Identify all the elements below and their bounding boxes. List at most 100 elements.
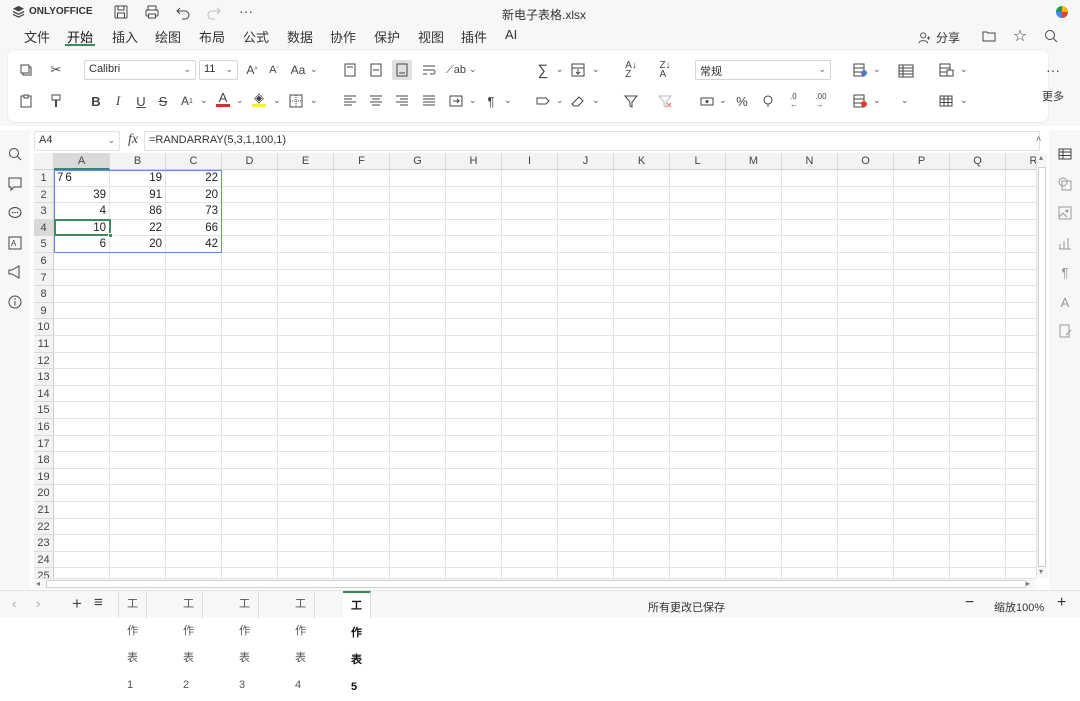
chevron-down-icon[interactable]: ⌄ — [960, 64, 968, 75]
increase-decimal-icon[interactable]: .00 → — [811, 91, 831, 111]
cell-M6[interactable] — [726, 253, 782, 270]
cell-B24[interactable] — [110, 551, 166, 569]
cell-H18[interactable] — [446, 452, 502, 469]
cell-A18[interactable] — [54, 452, 110, 469]
cell-R23[interactable] — [1006, 535, 1036, 552]
cell-K1[interactable] — [614, 170, 670, 187]
user-avatar[interactable] — [1056, 6, 1068, 18]
cell-P19[interactable] — [894, 468, 950, 486]
cell-G23[interactable] — [390, 535, 446, 552]
cell-O19[interactable] — [838, 468, 894, 486]
cell-I22[interactable] — [502, 518, 558, 536]
cell-A8[interactable] — [54, 286, 110, 303]
cell-F1[interactable] — [334, 170, 390, 187]
cell-G25[interactable] — [390, 568, 446, 578]
font-color-icon[interactable]: A — [213, 89, 233, 109]
cell-O25[interactable] — [838, 568, 894, 578]
menu-insert[interactable]: 插入 — [112, 27, 138, 46]
cell-R12[interactable] — [1006, 353, 1036, 370]
cell-C8[interactable] — [166, 286, 222, 303]
cell-H21[interactable] — [446, 502, 502, 519]
cell-J1[interactable] — [558, 170, 614, 187]
font-name-select[interactable]: Calibri ⌄ — [84, 60, 196, 80]
chevron-down-icon[interactable]: ⌄ — [901, 95, 909, 106]
favorite-icon[interactable]: ☆ — [1010, 26, 1030, 46]
cell-E2[interactable] — [278, 186, 334, 204]
cell-E17[interactable] — [278, 435, 334, 453]
format-painter-icon[interactable] — [46, 91, 66, 111]
column-header[interactable]: B — [110, 153, 166, 170]
justify-icon[interactable] — [419, 91, 439, 111]
cell-K20[interactable] — [614, 485, 670, 502]
cell-H9[interactable] — [446, 302, 502, 320]
cell-settings-icon[interactable] — [1055, 144, 1075, 164]
cell-P24[interactable] — [894, 551, 950, 569]
cell-F17[interactable] — [334, 435, 390, 453]
cell-L2[interactable] — [670, 186, 726, 204]
cell-G6[interactable] — [390, 253, 446, 270]
cell-F10[interactable] — [334, 319, 390, 336]
cell-M16[interactable] — [726, 419, 782, 436]
cell-E4[interactable] — [278, 219, 334, 237]
chevron-down-icon[interactable]: ⌄ — [873, 95, 881, 106]
cell-R8[interactable] — [1006, 286, 1036, 303]
chevron-down-icon[interactable]: ⌄ — [592, 95, 600, 106]
cell-N5[interactable] — [782, 236, 838, 253]
cell-H24[interactable] — [446, 551, 502, 569]
cell-P13[interactable] — [894, 369, 950, 386]
cell-B22[interactable] — [110, 518, 166, 536]
cell-L5[interactable] — [670, 236, 726, 253]
shape-settings-icon[interactable] — [1055, 174, 1075, 194]
cell-P10[interactable] — [894, 319, 950, 336]
cell-R5[interactable] — [1006, 236, 1036, 253]
format-as-table-icon[interactable] — [895, 60, 917, 82]
cell-C17[interactable] — [166, 435, 222, 453]
cell-M18[interactable] — [726, 452, 782, 469]
cell-E20[interactable] — [278, 485, 334, 502]
cell-I20[interactable] — [502, 485, 558, 502]
zoom-in-icon[interactable]: + — [1057, 594, 1066, 612]
cell-H3[interactable] — [446, 203, 502, 220]
cell-I23[interactable] — [502, 535, 558, 552]
cell-K23[interactable] — [614, 535, 670, 552]
cell-J10[interactable] — [558, 319, 614, 336]
cell-D8[interactable] — [222, 286, 278, 303]
cell-P14[interactable] — [894, 385, 950, 403]
cell-D19[interactable] — [222, 468, 278, 486]
cell-A25[interactable] — [54, 568, 110, 578]
cell-I12[interactable] — [502, 352, 558, 370]
cell-D22[interactable] — [222, 518, 278, 536]
cell-N20[interactable] — [782, 485, 838, 502]
cell-N13[interactable] — [782, 369, 838, 386]
cell-N6[interactable] — [782, 253, 838, 270]
feedback-icon[interactable] — [5, 262, 25, 282]
cell-A5[interactable]: 6 — [54, 236, 110, 253]
sheet-tab[interactable]: 工作表4 — [287, 591, 315, 691]
cell-D13[interactable] — [222, 369, 278, 386]
cell-M5[interactable] — [726, 236, 782, 253]
cell-M11[interactable] — [726, 336, 782, 353]
cell-A11[interactable] — [54, 336, 110, 353]
cell-P21[interactable] — [894, 502, 950, 519]
cell-R2[interactable] — [1006, 187, 1036, 204]
cell-F16[interactable] — [334, 419, 390, 436]
cell-L19[interactable] — [670, 468, 726, 486]
cell-L4[interactable] — [670, 219, 726, 237]
cell-A4[interactable]: 10 — [54, 219, 110, 237]
cell-J18[interactable] — [558, 452, 614, 469]
delete-cells-icon[interactable] — [850, 91, 870, 111]
row-header[interactable]: 19 — [34, 468, 54, 486]
cell-D4[interactable] — [222, 219, 278, 237]
cell-F21[interactable] — [334, 502, 390, 519]
cell-R1[interactable] — [1006, 170, 1036, 187]
cell-K2[interactable] — [614, 186, 670, 204]
cell-D9[interactable] — [222, 302, 278, 320]
cell-C10[interactable] — [166, 319, 222, 336]
cell-Q10[interactable] — [950, 319, 1006, 336]
search-icon[interactable] — [1041, 26, 1061, 46]
cell-A14[interactable] — [54, 385, 110, 403]
cell-M19[interactable] — [726, 468, 782, 486]
scroll-up-arrow-icon[interactable]: ▴ — [1039, 153, 1043, 162]
cell-B4[interactable]: 22 — [110, 219, 166, 237]
cell-B2[interactable]: 91 — [110, 186, 166, 204]
